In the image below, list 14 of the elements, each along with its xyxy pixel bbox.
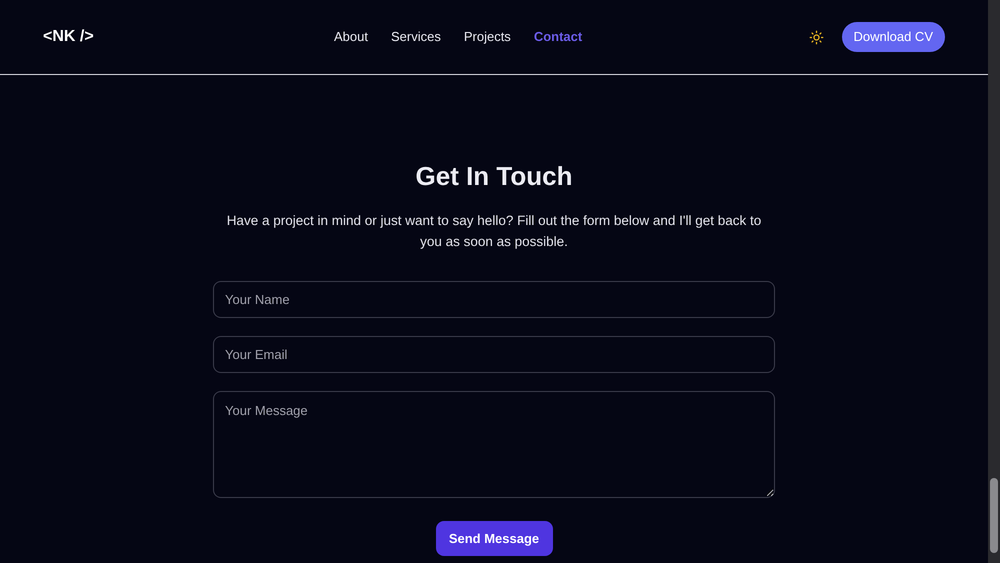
nav-link[interactable]: Projects <box>464 27 511 47</box>
message-field[interactable]: Your Message <box>213 391 775 498</box>
nav-link[interactable]: Contact <box>534 27 582 47</box>
download-cv-button[interactable]: Download CV <box>842 22 945 52</box>
input-field[interactable]: Your Email <box>213 336 775 373</box>
scrollbar[interactable] <box>988 0 1000 563</box>
section-title: Get In Touch <box>416 160 572 193</box>
input-field[interactable]: Your Name <box>213 281 775 318</box>
send-message-button[interactable]: Send Message <box>436 521 552 556</box>
logo[interactable]: <NK /> <box>43 25 333 49</box>
intro-text: Have a project in mind or just want to say hello? Fill out the form below and I'll get back to you as soon as possible. <box>226 212 762 251</box>
theme-toggle-sun-icon[interactable] <box>808 30 824 44</box>
nav-link[interactable]: Services <box>390 27 441 47</box>
nav-link[interactable]: About <box>334 27 368 47</box>
